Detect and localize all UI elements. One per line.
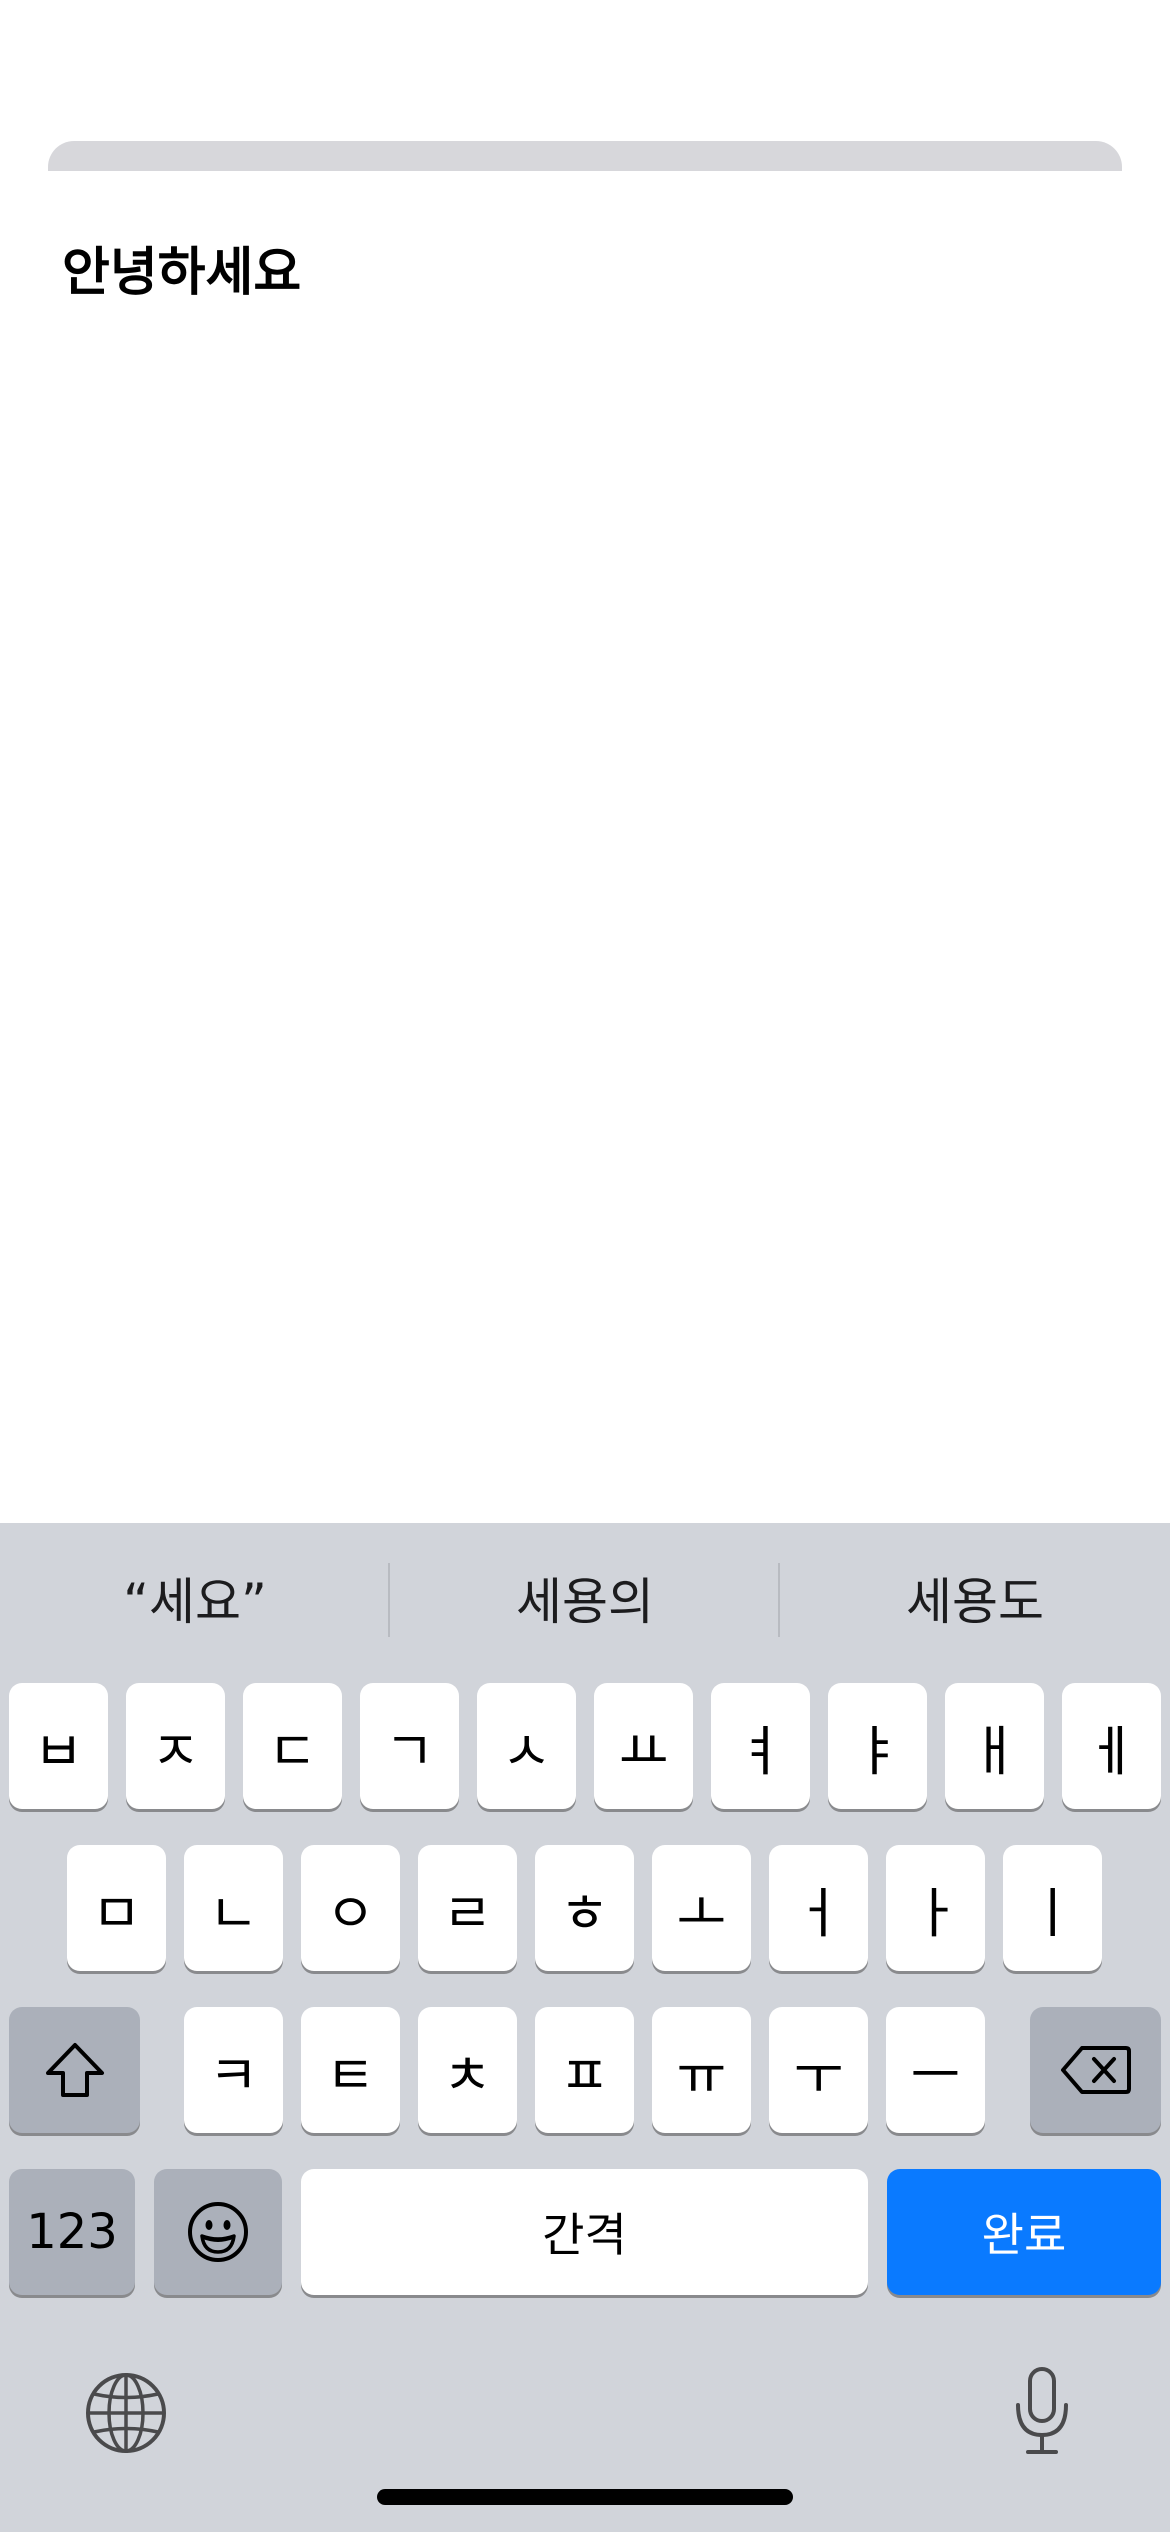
keyboard: “세요” 세용의 세용도 ㅂ ㅈ ㄷ ㄱ ㅅ ㅛ ㅕ ㅑ ㅐ ㅔ ㅁ ㄴ ㅇ ㄹ… bbox=[0, 1523, 1170, 2532]
key[interactable]: ㅁ bbox=[67, 1845, 166, 1971]
space-key[interactable]: 간격 bbox=[301, 2169, 868, 2295]
numbers-key[interactable]: 123 bbox=[9, 2169, 135, 2295]
backspace-icon bbox=[1060, 2046, 1131, 2094]
screen: 안녕하세요 “세요” 세용의 세용도 ㅂ ㅈ ㄷ ㄱ ㅅ ㅛ ㅕ ㅑ ㅐ ㅔ ㅁ… bbox=[0, 0, 1170, 2532]
key[interactable]: ㅜ bbox=[769, 2007, 868, 2133]
key[interactable]: ㅊ bbox=[418, 2007, 517, 2133]
key[interactable]: ㅠ bbox=[652, 2007, 751, 2133]
sheet-header bbox=[48, 141, 1122, 171]
key[interactable]: ㅎ bbox=[535, 1845, 634, 1971]
key[interactable]: ㅣ bbox=[1003, 1845, 1102, 1971]
home-indicator[interactable] bbox=[377, 2489, 793, 2505]
dictation-button[interactable] bbox=[1010, 2365, 1074, 2457]
key[interactable]: ㅇ bbox=[301, 1845, 400, 1971]
key[interactable]: ㄹ bbox=[418, 1845, 517, 1971]
key[interactable]: ㅔ bbox=[1062, 1683, 1161, 1809]
done-key[interactable]: 완료 bbox=[887, 2169, 1161, 2295]
key[interactable]: ㅓ bbox=[769, 1845, 868, 1971]
key[interactable]: ㄴ bbox=[184, 1845, 283, 1971]
key[interactable]: ㅌ bbox=[301, 2007, 400, 2133]
key[interactable]: ㅕ bbox=[711, 1683, 810, 1809]
key[interactable]: ㅋ bbox=[184, 2007, 283, 2133]
note-text[interactable]: 안녕하세요 bbox=[62, 238, 301, 308]
globe-button[interactable] bbox=[84, 2371, 168, 2455]
prediction-1[interactable]: “세요” bbox=[0, 1523, 390, 1673]
emoji-icon bbox=[188, 2202, 248, 2262]
key[interactable]: ㄱ bbox=[360, 1683, 459, 1809]
backspace-key[interactable] bbox=[1030, 2007, 1161, 2133]
key[interactable]: ㅑ bbox=[828, 1683, 927, 1809]
key[interactable]: ㄷ bbox=[243, 1683, 342, 1809]
key[interactable]: ㅗ bbox=[652, 1845, 751, 1971]
emoji-key[interactable] bbox=[154, 2169, 282, 2295]
key[interactable]: ㅅ bbox=[477, 1683, 576, 1809]
prediction-2[interactable]: 세용의 bbox=[390, 1523, 780, 1673]
key[interactable]: ㅍ bbox=[535, 2007, 634, 2133]
shift-icon bbox=[45, 2043, 104, 2097]
key[interactable]: ㅛ bbox=[594, 1683, 693, 1809]
key[interactable]: ㅂ bbox=[9, 1683, 108, 1809]
key[interactable]: ㅐ bbox=[945, 1683, 1044, 1809]
key[interactable]: ㅡ bbox=[886, 2007, 985, 2133]
prediction-3[interactable]: 세용도 bbox=[780, 1523, 1170, 1673]
predictive-bar: “세요” 세용의 세용도 bbox=[0, 1523, 1170, 1673]
key[interactable]: ㅈ bbox=[126, 1683, 225, 1809]
key[interactable]: ㅏ bbox=[886, 1845, 985, 1971]
microphone-icon bbox=[1016, 2367, 1068, 2454]
shift-key[interactable] bbox=[9, 2007, 140, 2133]
globe-icon bbox=[86, 2373, 166, 2453]
